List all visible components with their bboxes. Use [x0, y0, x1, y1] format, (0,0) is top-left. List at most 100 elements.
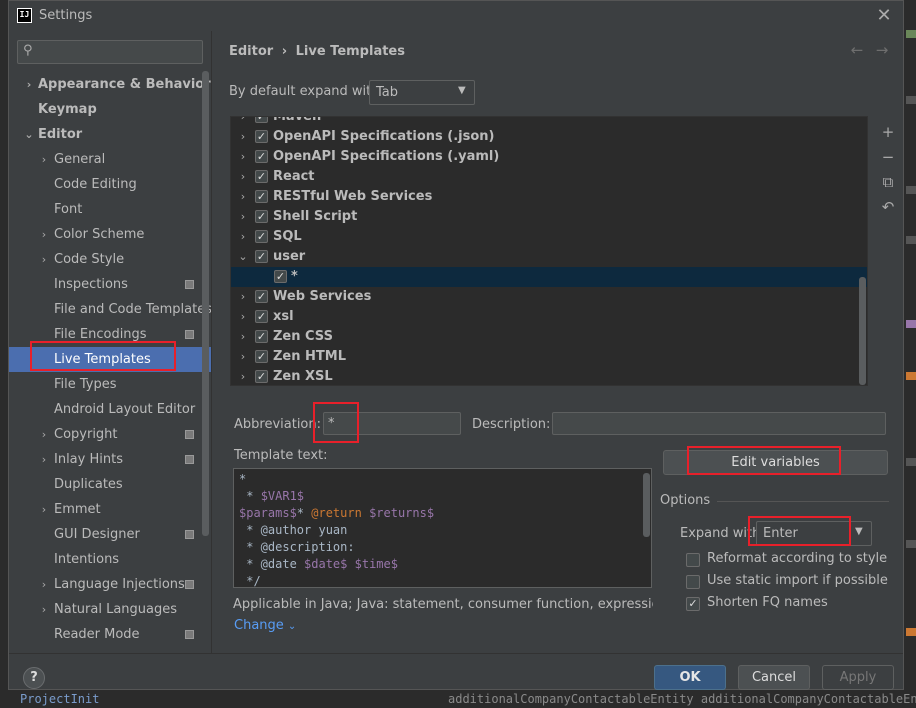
sidebar-item[interactable]: File and Code Templates	[9, 297, 212, 322]
template-group[interactable]: › ✓ OpenAPI Specifications (.json)	[231, 127, 867, 147]
template-text-scrollbar[interactable]	[643, 473, 650, 537]
copy-template-button[interactable]: ⧉	[878, 172, 898, 192]
template-group[interactable]: › ✓ Zen HTML	[231, 347, 867, 367]
apply-button[interactable]: Apply	[822, 665, 894, 690]
remove-template-button[interactable]: −	[878, 147, 898, 167]
chevron-right-icon[interactable]: ›	[237, 287, 249, 307]
template-group[interactable]: › ✓ xsl	[231, 307, 867, 327]
chevron-right-icon[interactable]: ›	[237, 347, 249, 367]
template-group[interactable]: › ✓ RESTful Web Services	[231, 187, 867, 207]
help-button[interactable]: ?	[23, 667, 45, 689]
sidebar-item[interactable]: Inspections	[9, 272, 211, 297]
breadcrumb-parent[interactable]: Editor	[229, 44, 273, 59]
sidebar-item[interactable]: Android Layout Editor	[9, 397, 211, 422]
chevron-down-icon[interactable]: ⌄	[237, 247, 249, 267]
add-template-button[interactable]: +	[878, 122, 898, 142]
template-group[interactable]: › ✓ React	[231, 167, 867, 187]
chevron-right-icon[interactable]: ›	[38, 222, 50, 247]
sidebar-item[interactable]: File Types	[9, 372, 211, 397]
chevron-right-icon[interactable]: ›	[237, 187, 249, 207]
reformat-checkbox[interactable]	[686, 553, 700, 567]
template-group[interactable]: › ✓ Shell Script	[231, 207, 867, 227]
template-tree-scrollbar[interactable]	[859, 277, 866, 385]
template-checkbox[interactable]: ✓	[274, 270, 287, 283]
template-checkbox[interactable]: ✓	[255, 250, 268, 263]
ok-button[interactable]: OK	[654, 665, 726, 690]
chevron-right-icon[interactable]: ›	[38, 147, 50, 172]
sidebar-item[interactable]: › Appearance & Behavior	[9, 72, 211, 97]
chevron-right-icon[interactable]: ›	[237, 207, 249, 227]
sidebar-item[interactable]: › Inlay Hints	[9, 447, 211, 472]
template-group[interactable]: › ✓ OpenAPI Specifications (.yaml)	[231, 147, 867, 167]
sidebar-item[interactable]: Reader Mode	[9, 622, 211, 647]
chevron-right-icon[interactable]: ›	[38, 497, 50, 522]
chevron-right-icon[interactable]: ›	[237, 127, 249, 147]
change-contexts-link[interactable]: Change ⌄	[234, 618, 296, 633]
sidebar-item[interactable]: Font	[9, 197, 211, 222]
sidebar-item[interactable]: › Color Scheme	[9, 222, 211, 247]
template-checkbox[interactable]: ✓	[255, 350, 268, 363]
static-import-checkbox[interactable]	[686, 575, 700, 589]
template-checkbox[interactable]: ✓	[255, 117, 268, 123]
template-checkbox[interactable]: ✓	[255, 210, 268, 223]
sidebar-item[interactable]: File Encodings	[9, 322, 211, 347]
back-button[interactable]: ←	[848, 41, 866, 61]
close-button[interactable]: ✕	[873, 5, 895, 27]
settings-search[interactable]: ⚲	[17, 40, 203, 64]
description-field[interactable]	[552, 412, 886, 435]
chevron-right-icon[interactable]: ›	[38, 597, 50, 622]
template-item[interactable]: ✓ *	[231, 267, 867, 287]
sidebar-item[interactable]: Intentions	[9, 547, 211, 572]
forward-button[interactable]: →	[873, 41, 891, 61]
default-expand-select[interactable]: Tab ▼	[369, 80, 475, 105]
restore-defaults-button[interactable]: ↶	[878, 197, 898, 217]
sidebar-item[interactable]: › General	[9, 147, 211, 172]
template-group[interactable]: › ✓ SQL	[231, 227, 867, 247]
template-group[interactable]: › ✓ Zen CSS	[231, 327, 867, 347]
chevron-right-icon[interactable]: ›	[237, 167, 249, 187]
search-input[interactable]	[42, 43, 198, 61]
chevron-right-icon[interactable]: ›	[237, 227, 249, 247]
template-text-editor[interactable]: * * $VAR1$ $params$* @return $returns$ * …	[233, 468, 652, 588]
chevron-down-icon[interactable]: ⌄	[23, 122, 35, 147]
sidebar-item[interactable]: ⌄ Editor	[9, 122, 211, 147]
chevron-right-icon[interactable]: ›	[38, 422, 50, 447]
template-group[interactable]: ⌄ ✓ user	[231, 247, 867, 267]
template-checkbox[interactable]: ✓	[255, 370, 268, 383]
sidebar-item[interactable]: GUI Designer	[9, 522, 211, 547]
sidebar-item[interactable]: Keymap	[9, 97, 211, 122]
sidebar-item[interactable]: › Language Injections	[9, 572, 211, 597]
chevron-right-icon[interactable]: ›	[237, 117, 249, 127]
sidebar-item[interactable]: Duplicates	[9, 472, 211, 497]
template-group[interactable]: › ✓ Maven	[231, 117, 867, 127]
sidebar-scrollbar[interactable]	[202, 71, 209, 536]
chevron-right-icon[interactable]: ›	[38, 447, 50, 472]
template-checkbox[interactable]: ✓	[255, 170, 268, 183]
expand-with-select[interactable]: Enter ▼	[756, 521, 872, 546]
template-checkbox[interactable]: ✓	[255, 330, 268, 343]
sidebar-item[interactable]: › Code Style	[9, 247, 211, 272]
chevron-right-icon[interactable]: ›	[237, 307, 249, 327]
template-checkbox[interactable]: ✓	[255, 290, 268, 303]
chevron-right-icon[interactable]: ›	[38, 247, 50, 272]
chevron-right-icon[interactable]: ›	[38, 572, 50, 597]
sidebar-item[interactable]: Code Editing	[9, 172, 211, 197]
sidebar-item[interactable]: Live Templates	[9, 347, 211, 372]
template-checkbox[interactable]: ✓	[255, 190, 268, 203]
chevron-right-icon[interactable]: ›	[23, 72, 35, 97]
edit-variables-button[interactable]: Edit variables	[663, 450, 888, 475]
sidebar-item[interactable]: › Emmet	[9, 497, 211, 522]
template-checkbox[interactable]: ✓	[255, 150, 268, 163]
chevron-right-icon[interactable]: ›	[237, 367, 249, 385]
template-checkbox[interactable]: ✓	[255, 230, 268, 243]
template-checkbox[interactable]: ✓	[255, 130, 268, 143]
template-group[interactable]: › ✓ Zen XSL	[231, 367, 867, 385]
chevron-right-icon[interactable]: ›	[237, 327, 249, 347]
cancel-button[interactable]: Cancel	[738, 665, 810, 690]
shorten-fq-checkbox[interactable]: ✓	[686, 597, 700, 611]
template-checkbox[interactable]: ✓	[255, 310, 268, 323]
chevron-right-icon[interactable]: ›	[237, 147, 249, 167]
sidebar-item[interactable]: › Copyright	[9, 422, 211, 447]
template-group[interactable]: › ✓ Web Services	[231, 287, 867, 307]
sidebar-item[interactable]: › Natural Languages	[9, 597, 211, 622]
